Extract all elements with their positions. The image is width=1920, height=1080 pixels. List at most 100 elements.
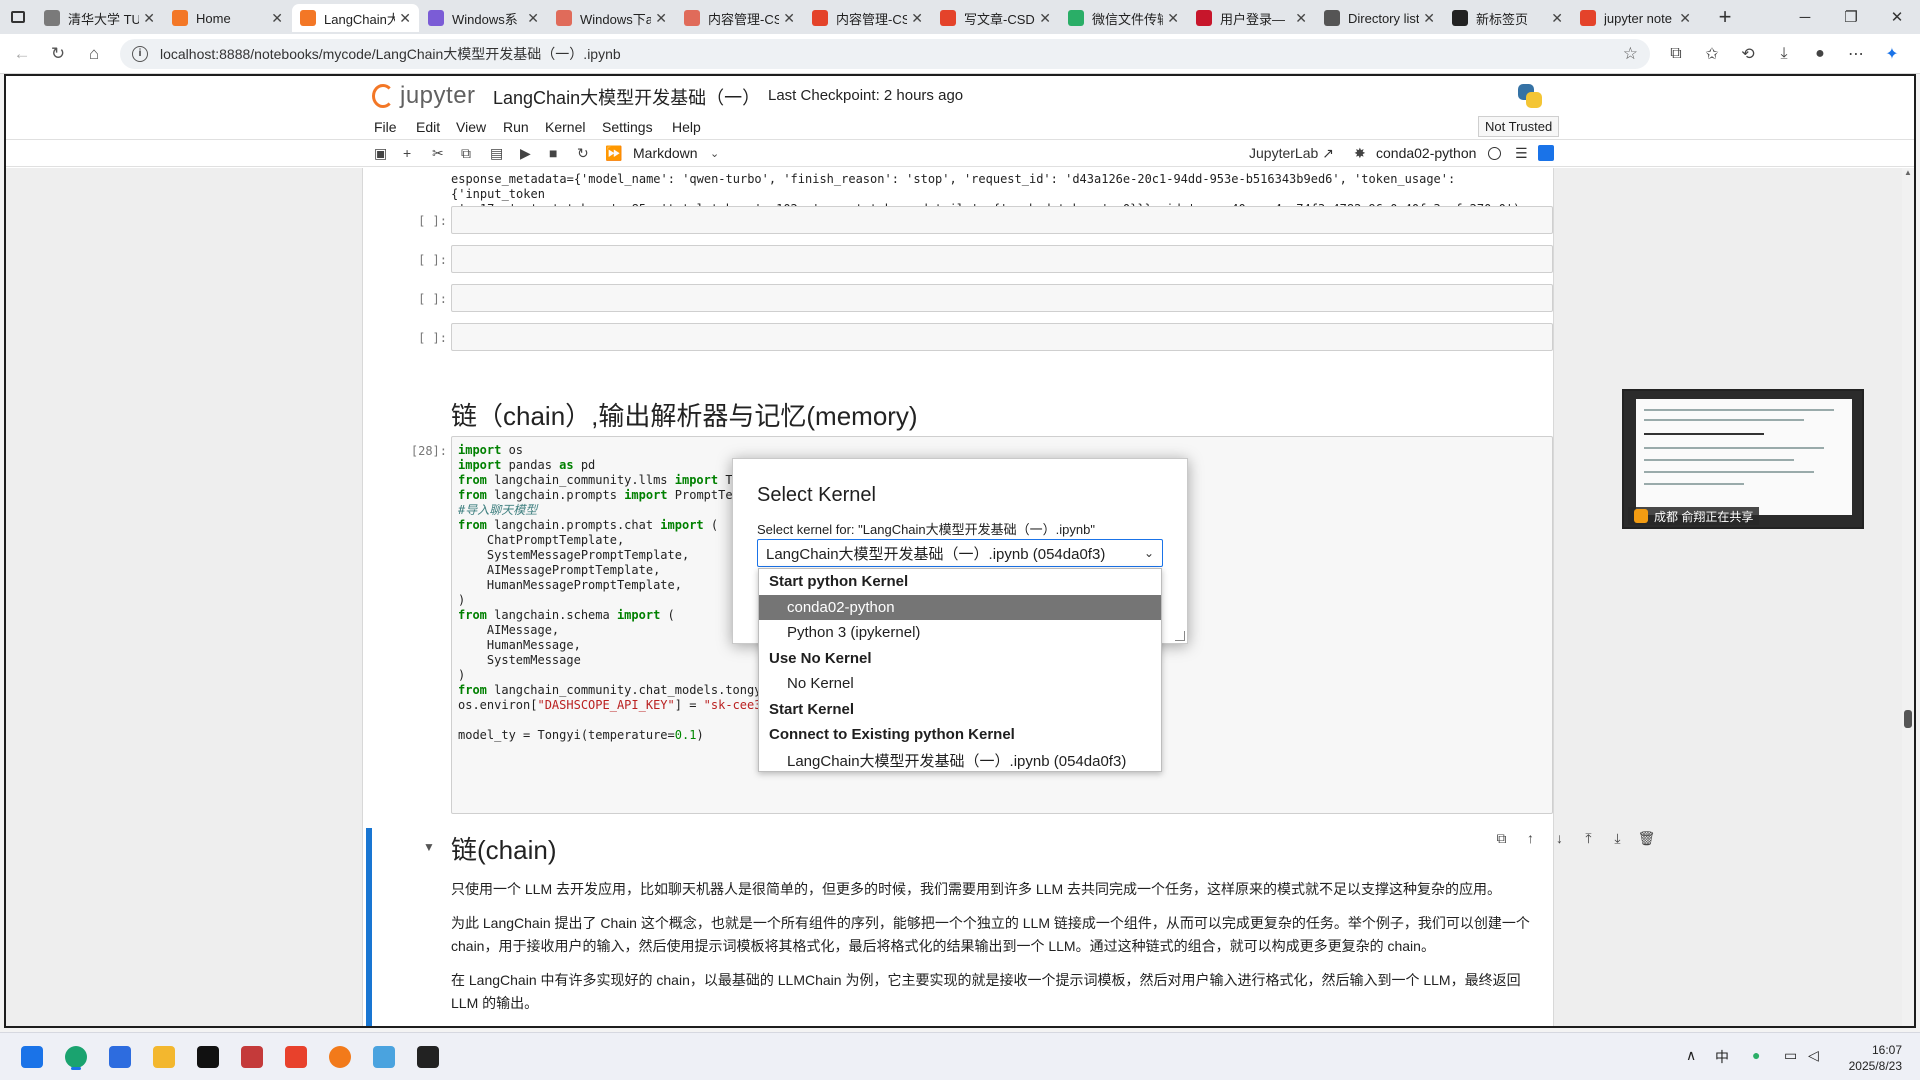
tab-close-icon[interactable]: ✕ <box>1423 10 1435 27</box>
menu-help[interactable]: Help <box>672 119 701 135</box>
browser-tab[interactable]: jupyter note ✕ <box>1572 4 1699 32</box>
vertical-scrollbar[interactable]: ▲ <box>1902 168 1914 1026</box>
browser-tab[interactable]: 内容管理-CS ✕ <box>676 4 803 32</box>
menu-file[interactable]: File <box>374 119 397 135</box>
browser-tab[interactable]: Home ✕ <box>164 4 291 32</box>
debugger-icon[interactable]: ✸ <box>1354 145 1366 162</box>
refresh-icon[interactable]: ↻ <box>40 44 76 64</box>
paste-icon[interactable]: ▤ <box>490 145 503 162</box>
tab-close-icon[interactable]: ✕ <box>527 10 539 27</box>
menu-run[interactable]: Run <box>503 119 529 135</box>
wechat-tray-icon[interactable]: ● <box>1752 1047 1760 1063</box>
notebook-title[interactable]: LangChain大模型开发基础（一） <box>493 84 760 110</box>
history-icon[interactable]: ⟲ <box>1730 44 1766 64</box>
url-field[interactable]: i localhost:8888/notebooks/mycode/LangCh… <box>120 38 1650 69</box>
restart-run-all-icon[interactable]: ⏩ <box>605 145 622 162</box>
browser-tab[interactable]: 用户登录— ✕ <box>1188 4 1315 32</box>
menu-settings[interactable]: Settings <box>602 119 653 135</box>
resize-grip-icon[interactable] <box>1175 631 1185 641</box>
jupyterlab-link[interactable]: JupyterLab ↗ <box>1249 145 1334 162</box>
firefox-icon[interactable] <box>324 1041 356 1073</box>
browser-tab[interactable]: 微信文件传输 ✕ <box>1060 4 1187 32</box>
back-icon[interactable]: ← <box>4 44 40 64</box>
delete-cell-icon[interactable]: 🗑 <box>1632 830 1661 847</box>
close-window-icon[interactable]: ✕ <box>1874 0 1920 34</box>
more-menu-icon[interactable]: ⋯ <box>1838 44 1874 64</box>
move-up-icon[interactable]: ↑ <box>1516 830 1545 847</box>
browser-tab[interactable]: 内容管理-CS ✕ <box>804 4 931 32</box>
tab-close-icon[interactable]: ✕ <box>911 10 923 27</box>
kernel-option[interactable]: LangChain大模型开发基础（一）.ipynb (054da0f3) <box>759 748 1161 773</box>
property-inspector-icon[interactable]: ☰ <box>1515 145 1528 162</box>
kernel-option[interactable]: conda02-python <box>759 594 1161 620</box>
browser-tab[interactable]: 新标签页 ✕ <box>1444 4 1571 32</box>
copy-icon[interactable]: ⧉ <box>461 145 471 162</box>
collapse-heading-icon[interactable]: ▼ <box>423 840 435 854</box>
edge-icon[interactable] <box>60 1041 92 1073</box>
empty-code-cell[interactable] <box>451 284 1553 312</box>
tab-close-icon[interactable]: ✕ <box>783 10 795 27</box>
screen-share-thumbnail[interactable]: 成都 俞翔正在共享 <box>1622 389 1864 529</box>
menu-view[interactable]: View <box>456 119 486 135</box>
url-text[interactable]: localhost:8888/notebooks/mycode/LangChai… <box>160 44 1623 64</box>
restart-icon[interactable]: ↻ <box>577 145 589 162</box>
tools-app-icon[interactable] <box>236 1041 268 1073</box>
tab-close-icon[interactable]: ✕ <box>399 10 411 27</box>
volume-icon[interactable]: ◁ <box>1808 1047 1819 1064</box>
duplicate-cell-icon[interactable]: ⧉ <box>1487 830 1516 847</box>
network-icon[interactable]: ▭ <box>1784 1047 1797 1064</box>
tab-close-icon[interactable]: ✕ <box>1679 10 1691 27</box>
tab-close-icon[interactable]: ✕ <box>271 10 283 27</box>
empty-code-cell[interactable] <box>451 323 1553 351</box>
empty-code-cell[interactable] <box>451 245 1553 273</box>
save-icon[interactable]: ▣ <box>374 145 387 162</box>
tab-close-icon[interactable]: ✕ <box>1039 10 1051 27</box>
profile-avatar-icon[interactable]: ● <box>1802 45 1838 63</box>
browser-tab[interactable]: Directory list ✕ <box>1316 4 1443 32</box>
insert-above-icon[interactable]: ⤒ <box>1574 830 1603 847</box>
empty-code-cell[interactable] <box>451 206 1553 234</box>
menu-edit[interactable]: Edit <box>416 119 440 135</box>
site-info-icon[interactable]: i <box>132 45 148 62</box>
add-cell-icon[interactable]: + <box>403 145 411 161</box>
maximize-icon[interactable]: ❐ <box>1828 0 1874 34</box>
meeting-app-icon[interactable] <box>104 1041 136 1073</box>
notebook-view-icon[interactable] <box>1538 145 1554 161</box>
cell-type-select[interactable]: Markdown <box>633 145 698 161</box>
tab-close-icon[interactable]: ✕ <box>1551 10 1563 27</box>
menu-kernel[interactable]: Kernel <box>545 119 585 135</box>
tray-overflow-icon[interactable]: ∧ <box>1686 1047 1696 1064</box>
input-language[interactable]: 中 <box>1715 1047 1729 1067</box>
remote-desktop-icon[interactable] <box>368 1041 400 1073</box>
terminal-icon[interactable] <box>412 1041 444 1073</box>
insert-below-icon[interactable]: ⤓ <box>1603 830 1632 847</box>
tab-actions-icon[interactable] <box>0 0 36 34</box>
kernel-name[interactable]: conda02-python <box>1376 145 1476 161</box>
system-clock[interactable]: 16:07 2025/8/23 <box>1846 1042 1902 1074</box>
scrollbar-thumb[interactable] <box>1904 710 1912 728</box>
minimize-icon[interactable]: ─ <box>1782 0 1828 34</box>
kernel-option[interactable]: Python 3 (ipykernel) <box>759 620 1161 645</box>
wps-icon[interactable] <box>280 1041 312 1073</box>
start-icon[interactable] <box>16 1041 48 1073</box>
scroll-up-icon[interactable]: ▲ <box>1904 168 1912 177</box>
chevron-down-icon[interactable]: ⌄ <box>1144 546 1154 560</box>
file-explorer-icon[interactable] <box>148 1041 180 1073</box>
tab-close-icon[interactable]: ✕ <box>655 10 667 27</box>
favorites-icon[interactable]: ✩ <box>1694 44 1730 64</box>
favorite-star-icon[interactable]: ☆ <box>1623 44 1638 64</box>
pycharm-icon[interactable] <box>192 1041 224 1073</box>
tab-close-icon[interactable]: ✕ <box>1167 10 1179 27</box>
tab-close-icon[interactable]: ✕ <box>143 10 155 27</box>
run-icon[interactable]: ▶ <box>520 145 531 162</box>
stop-icon[interactable]: ■ <box>549 145 557 161</box>
move-down-icon[interactable]: ↓ <box>1545 830 1574 847</box>
home-icon[interactable]: ⌂ <box>76 44 112 64</box>
new-tab-button[interactable]: + <box>1710 4 1740 30</box>
copilot-icon[interactable]: ✦ <box>1874 44 1910 64</box>
browser-tab[interactable]: Windows系 ✕ <box>420 4 547 32</box>
browser-tab[interactable]: Windows下a ✕ <box>548 4 675 32</box>
tab-close-icon[interactable]: ✕ <box>1295 10 1307 27</box>
not-trusted-badge[interactable]: Not Trusted <box>1478 116 1560 137</box>
cut-icon[interactable]: ✂ <box>432 145 444 162</box>
